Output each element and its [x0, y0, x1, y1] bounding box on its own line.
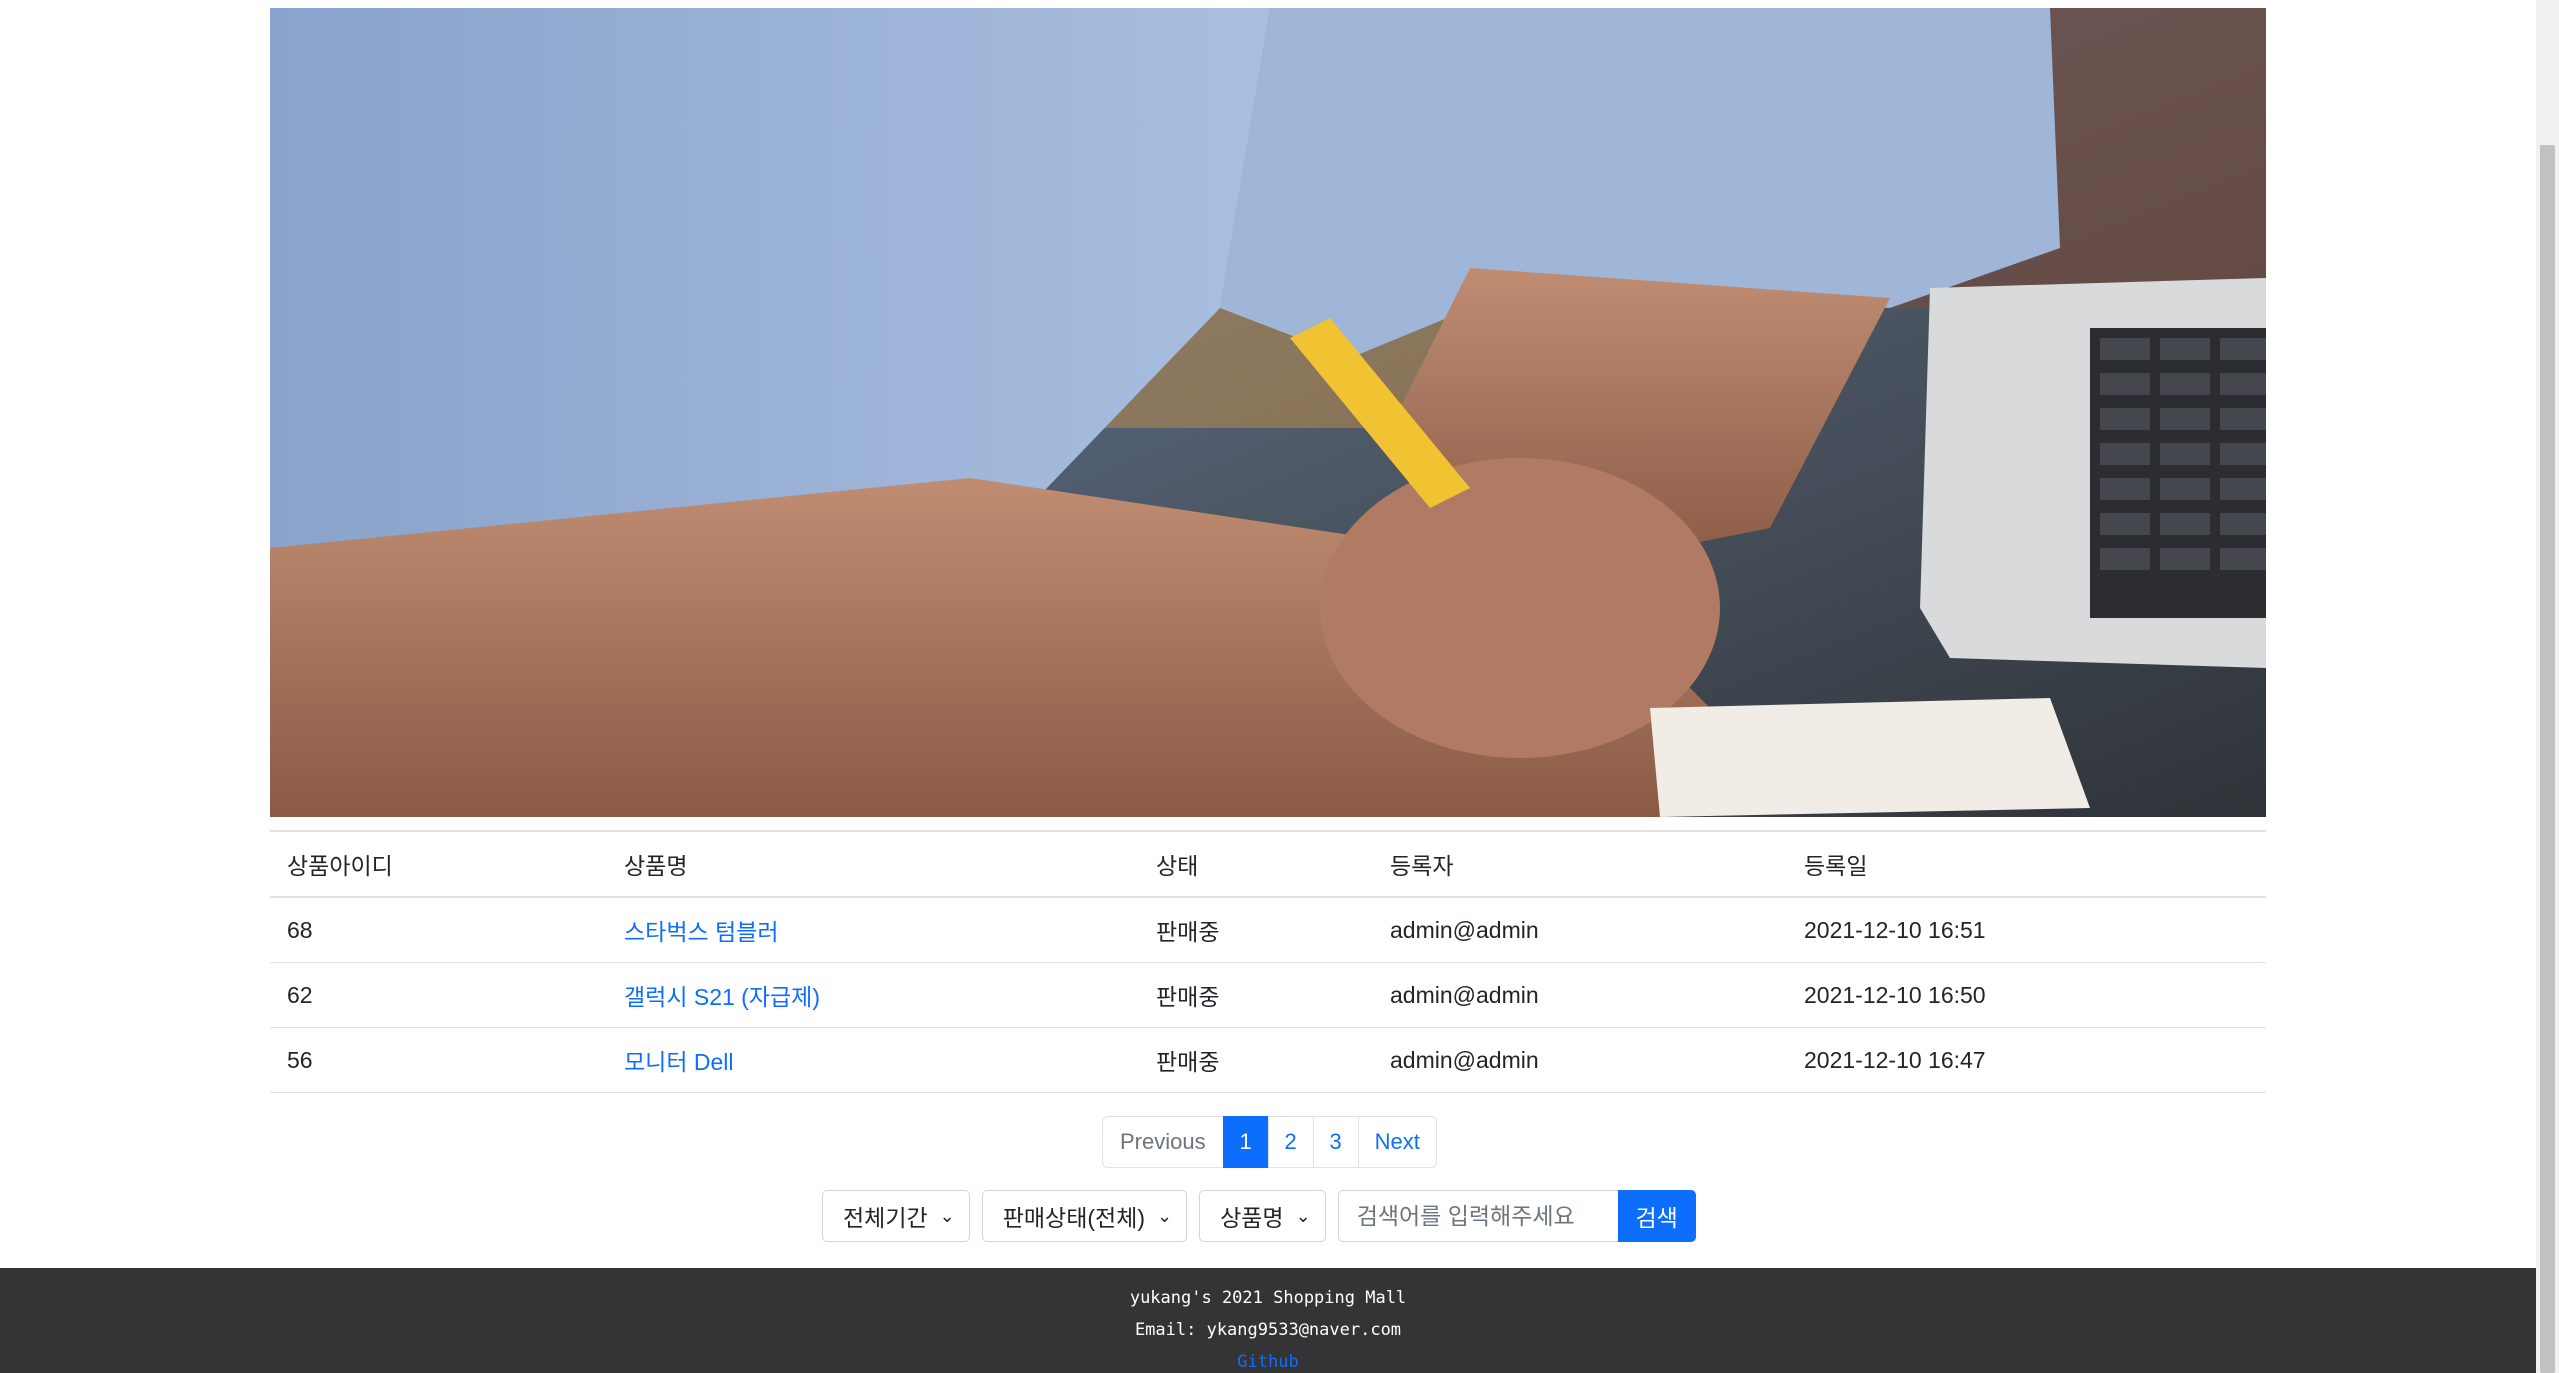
field-select-value: 상품명 — [1220, 1205, 1284, 1231]
cell-date: 2021-12-10 16:47 — [1787, 1027, 2266, 1093]
header-product-name: 상품명 — [624, 853, 688, 879]
cell-product-id: 62 — [270, 962, 607, 1028]
product-table: 상품아이디 상품명 상태 등록자 등록일 68 스타벅스 텀블러 판매중 adm… — [270, 830, 2266, 1093]
page-1-button[interactable]: 1 — [1222, 1116, 1269, 1168]
cell-product-id: 68 — [270, 897, 607, 963]
footer-email: Email: ykang9533@naver.com — [1134, 1320, 1402, 1340]
search-button[interactable]: 검색 — [1617, 1190, 1696, 1242]
product-name-link[interactable]: 갤럭시 S21 (자급제) — [624, 984, 820, 1010]
field-select[interactable]: 상품명 ⌄ — [1199, 1190, 1326, 1242]
hero-image — [270, 8, 2266, 817]
search-bar: 전체기간 ⌄ 판매상태(전체) ⌄ 상품명 ⌄ 검색 — [822, 1190, 1696, 1242]
cell-author: admin@admin — [1373, 1027, 1787, 1093]
cell-author: admin@admin — [1373, 897, 1787, 963]
pagination: Previous 1 2 3 Next — [1102, 1116, 1437, 1168]
footer-title: yukang's 2021 Shopping Mall — [1129, 1288, 1407, 1308]
chevron-down-icon: ⌄ — [1157, 1205, 1173, 1226]
table-row: 56 모니터 Dell 판매중 admin@admin 2021-12-10 1… — [270, 1027, 2266, 1093]
period-select-value: 전체기간 — [843, 1205, 928, 1231]
status-select-value: 판매상태(전체) — [1002, 1205, 1146, 1231]
search-input[interactable] — [1337, 1190, 1620, 1242]
previous-page-button[interactable]: Previous — [1102, 1116, 1224, 1168]
product-name-link[interactable]: 스타벅스 텀블러 — [624, 919, 779, 945]
table-row: 68 스타벅스 텀블러 판매중 admin@admin 2021-12-10 1… — [270, 897, 2266, 963]
chevron-down-icon: ⌄ — [1295, 1205, 1311, 1226]
cell-status: 판매중 — [1139, 897, 1373, 963]
vertical-scrollbar[interactable] — [2536, 0, 2559, 1373]
chevron-down-icon: ⌄ — [939, 1205, 955, 1226]
cell-author: admin@admin — [1373, 962, 1787, 1028]
status-select[interactable]: 판매상태(전체) ⌄ — [981, 1190, 1188, 1242]
cell-date: 2021-12-10 16:51 — [1787, 897, 2266, 963]
github-link[interactable]: Github — [0, 1352, 2536, 1372]
cell-product-id: 56 — [270, 1027, 607, 1093]
table-header-row: 상품아이디 상품명 상태 등록자 등록일 — [270, 831, 2266, 897]
cell-date: 2021-12-10 16:50 — [1787, 962, 2266, 1028]
search-group: 검색 — [1337, 1190, 1696, 1242]
period-select[interactable]: 전체기간 ⌄ — [822, 1190, 970, 1242]
cell-status: 판매중 — [1139, 962, 1373, 1028]
header-product-id: 상품아이디 — [287, 853, 393, 879]
next-page-button[interactable]: Next — [1357, 1116, 1437, 1168]
page-3-button[interactable]: 3 — [1312, 1116, 1359, 1168]
table-row: 62 갤럭시 S21 (자급제) 판매중 admin@admin 2021-12… — [270, 962, 2266, 1028]
cell-status: 판매중 — [1139, 1027, 1373, 1093]
product-name-link[interactable]: 모니터 Dell — [624, 1049, 734, 1075]
header-date: 등록일 — [1804, 853, 1868, 879]
header-author: 등록자 — [1390, 853, 1454, 879]
header-status: 상태 — [1156, 853, 1199, 879]
page-2-button[interactable]: 2 — [1267, 1116, 1314, 1168]
footer: yukang's 2021 Shopping Mall Email: ykang… — [0, 1268, 2536, 1373]
scrollbar-thumb[interactable] — [2540, 145, 2555, 1373]
